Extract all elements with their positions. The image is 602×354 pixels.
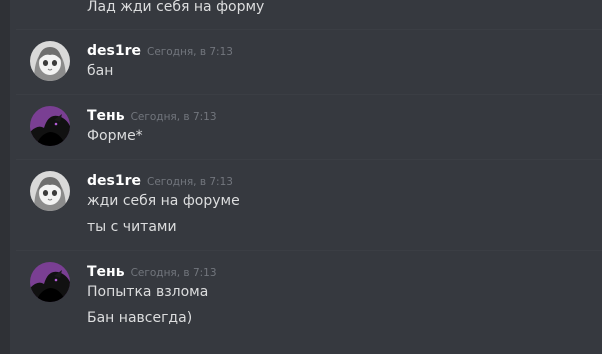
message-text: бан <box>87 63 114 79</box>
anime-girl-avatar-icon[interactable] <box>30 41 70 81</box>
message-header: Тень Сегодня, в 7:13 <box>87 262 217 282</box>
timestamp: Сегодня, в 7:13 <box>130 267 217 279</box>
username[interactable]: Тень <box>87 108 125 124</box>
shadow-figure-avatar-icon[interactable] <box>30 106 70 146</box>
username[interactable]: des1re <box>87 43 141 59</box>
message-header: des1re Сегодня, в 7:13 <box>87 171 233 191</box>
anime-girl-avatar-icon[interactable] <box>30 171 70 211</box>
message-divider <box>16 159 602 160</box>
message-text: Попытка взлома <box>87 284 209 300</box>
sidebar-edge <box>0 0 10 354</box>
username[interactable]: Тень <box>87 264 125 280</box>
shadow-figure-avatar-icon[interactable] <box>30 262 70 302</box>
message-header: Тень Сегодня, в 7:13 <box>87 106 217 126</box>
timestamp: Сегодня, в 7:13 <box>147 46 233 58</box>
message-text: жди себя на форуме <box>87 193 240 209</box>
message-header: des1re Сегодня, в 7:13 <box>87 41 233 61</box>
username[interactable]: des1re <box>87 173 141 189</box>
message-divider <box>16 250 602 251</box>
message-divider <box>16 94 602 95</box>
message-text: Лад жди себя на форму <box>87 0 265 15</box>
timestamp: Сегодня, в 7:13 <box>147 176 233 188</box>
message-text: Форме* <box>87 128 143 144</box>
timestamp: Сегодня, в 7:13 <box>130 111 217 123</box>
message-text: Бан навсегда) <box>87 310 193 326</box>
message-divider <box>16 29 602 30</box>
message-text: ты с читами <box>87 219 177 235</box>
